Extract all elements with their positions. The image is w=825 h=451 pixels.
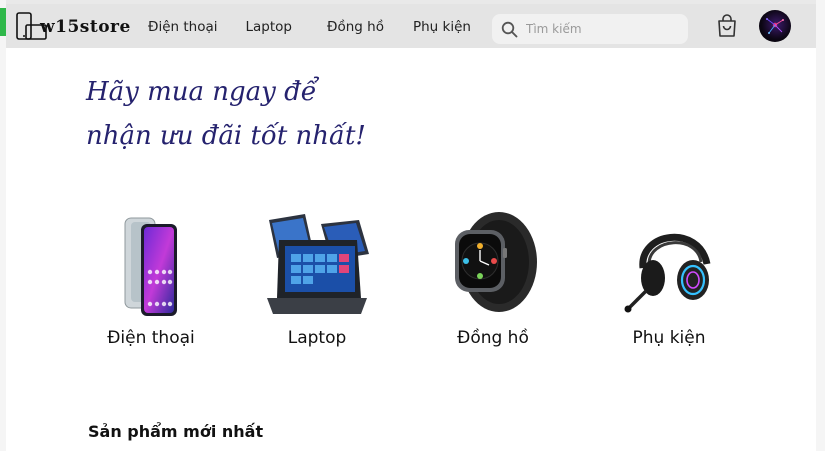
page: w15store Điện thoại Laptop Đồng hồ Phụ k… bbox=[6, 4, 816, 451]
hero-line-2: nhận ưu đãi tốt nhất! bbox=[86, 121, 366, 151]
category-phu-kien[interactable]: Phụ kiện bbox=[594, 204, 744, 348]
logo[interactable]: w15store bbox=[16, 11, 130, 43]
category-label: Phụ kiện bbox=[632, 328, 706, 348]
nav-link-laptop[interactable]: Laptop bbox=[246, 19, 293, 35]
category-dong-ho[interactable]: Đồng hồ bbox=[418, 204, 568, 348]
category-label: Laptop bbox=[287, 328, 347, 348]
category-dien-thoai[interactable]: Điện thoại bbox=[76, 204, 226, 348]
avatar-art-icon bbox=[766, 18, 784, 34]
category-label: Điện thoại bbox=[107, 328, 195, 348]
logo-text: w15store bbox=[40, 17, 131, 37]
smartphone-image bbox=[124, 217, 177, 316]
avatar[interactable] bbox=[759, 10, 791, 42]
category-laptop[interactable]: Laptop bbox=[242, 204, 392, 348]
section-title-latest-products: Sản phẩm mới nhất bbox=[88, 422, 264, 441]
search-box bbox=[492, 14, 688, 44]
hero-line-1: Hãy mua ngay để bbox=[86, 77, 317, 107]
laptop-image bbox=[267, 214, 369, 314]
nav-link-phu-kien[interactable]: Phụ kiện bbox=[413, 19, 471, 35]
category-label: Đồng hồ bbox=[457, 328, 529, 348]
search-icon[interactable] bbox=[501, 21, 518, 38]
smartwatch-image bbox=[455, 212, 537, 312]
nav-link-dong-ho[interactable]: Đồng hồ bbox=[327, 19, 384, 35]
headset-image bbox=[624, 234, 711, 313]
main-nav: Điện thoại Laptop Đồng hồ Phụ kiện bbox=[148, 19, 471, 35]
hero-tagline: Hãy mua ngay để nhận ưu đãi tốt nhất! bbox=[86, 70, 386, 158]
nav-link-dien-thoai[interactable]: Điện thoại bbox=[148, 19, 218, 35]
navbar: w15store Điện thoại Laptop Đồng hồ Phụ k… bbox=[6, 4, 816, 48]
shopping-bag-icon[interactable] bbox=[716, 14, 738, 38]
search-input[interactable] bbox=[526, 20, 676, 38]
